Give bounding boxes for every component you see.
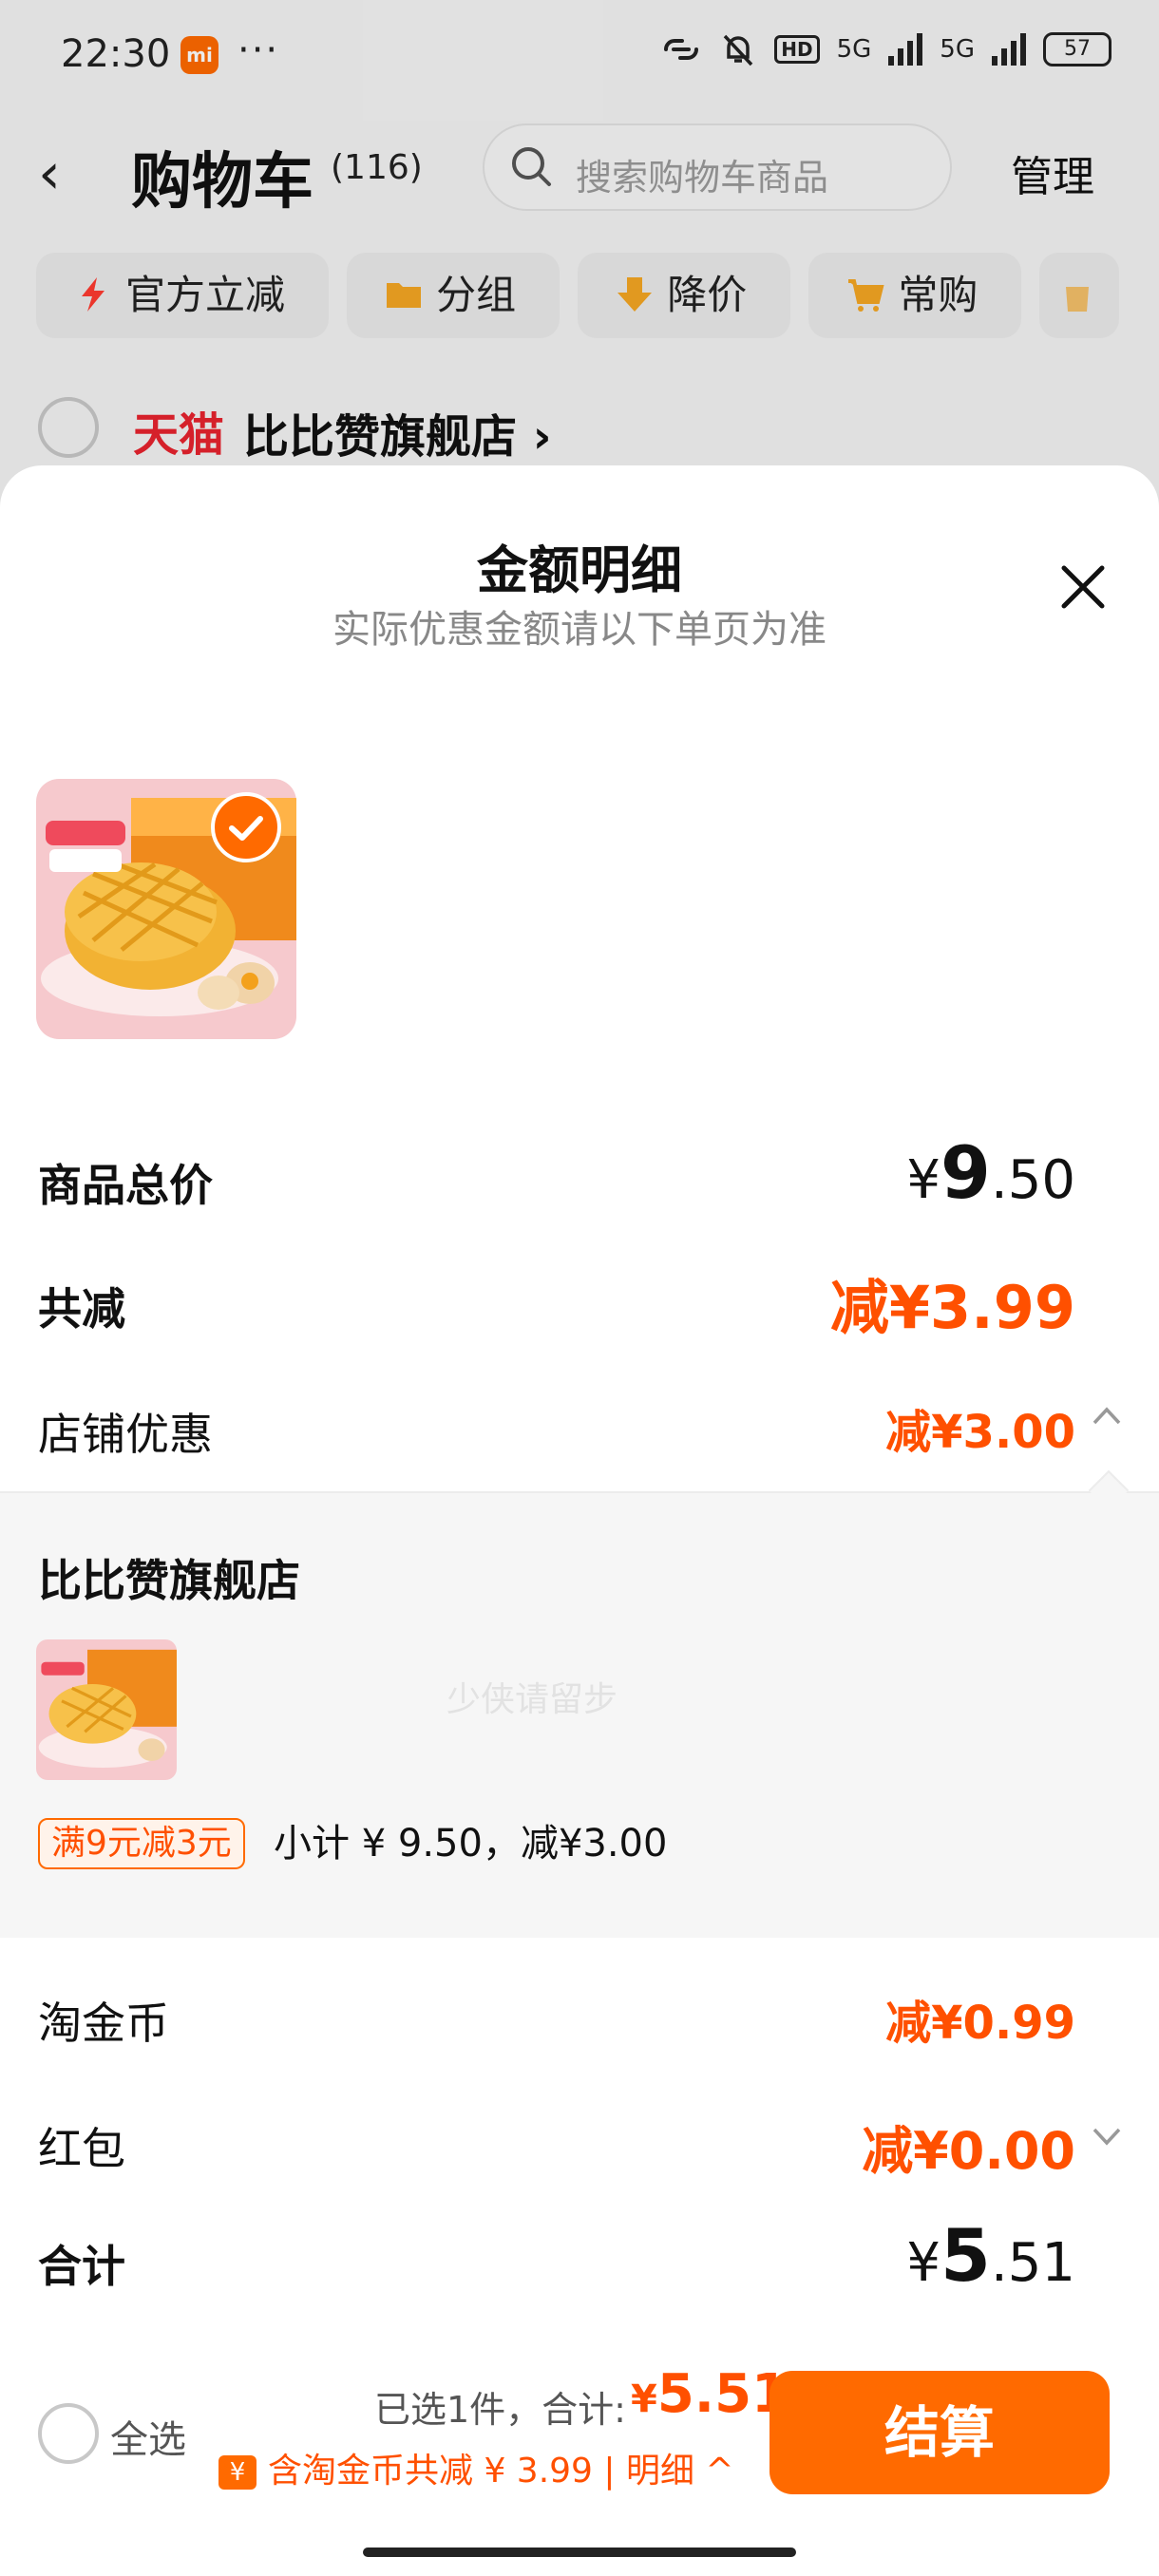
- selected-summary: 已选1件，合计:: [374, 2389, 626, 2431]
- shop-name: 比比赞旗舰店: [38, 1555, 300, 1606]
- grand-total-label: 合计: [38, 2241, 125, 2292]
- coin-discount-detail-link[interactable]: ¥ 含淘金币共减 ¥ 3.99 | 明细 ^: [218, 2443, 734, 2492]
- taojinbi-label: 淘金币: [38, 1998, 169, 2049]
- checkout-button[interactable]: 结算: [770, 2371, 1110, 2494]
- coin-icon: ¥: [218, 2455, 256, 2490]
- product-selected-check[interactable]: [211, 792, 281, 862]
- waffle-thumbnail-image: [36, 1639, 177, 1780]
- price-integer: 5: [940, 2213, 991, 2298]
- price-integer: 9: [940, 1130, 991, 1215]
- price-decimal: .51: [990, 2232, 1075, 2294]
- checkout-bar: 全选 已选1件，合计: ¥5.51 ¥ 含淘金币共减 ¥ 3.99 | 明细 ^ …: [0, 2337, 1159, 2527]
- red-packet-label: 红包: [38, 2123, 125, 2174]
- select-all-radio[interactable]: [38, 2403, 99, 2464]
- sheet-subtitle: 实际优惠金额请以下单页为准: [332, 608, 826, 652]
- amount-detail-sheet: 金额明细 实际优惠金额请以下单页为准 商品总价 ¥9.50 共减 减¥3.99: [0, 465, 1159, 2576]
- currency-symbol: ¥: [906, 1149, 941, 1211]
- currency-symbol: ¥: [906, 2232, 941, 2294]
- taojinbi-value: 减¥0.99: [885, 1997, 1075, 2050]
- select-all-label[interactable]: 全选: [110, 2409, 186, 2464]
- total-reduce-value: 减¥3.99: [829, 1273, 1075, 1342]
- grand-total-value: ¥5.51: [906, 2213, 1075, 2298]
- price-decimal: .50: [990, 1149, 1075, 1211]
- chevron-down-icon[interactable]: [1091, 2120, 1123, 2152]
- selected-total: ¥5.51: [631, 2363, 788, 2425]
- store-discount-value[interactable]: 减¥3.00: [885, 1394, 1075, 1461]
- chevron-up-icon[interactable]: [1091, 1400, 1123, 1432]
- home-indicator[interactable]: [363, 2548, 796, 2557]
- coin-discount-text: 含淘金币共减 ¥ 3.99 | 明细 ^: [268, 2452, 734, 2491]
- detail-pointer: [1088, 1469, 1130, 1511]
- sheet-title: 金额明细: [477, 540, 682, 600]
- watermark: 少侠请留步: [446, 1680, 618, 1719]
- shop-product-thumbnail: [36, 1639, 177, 1780]
- promo-tag: 满9元减3元: [38, 1818, 245, 1869]
- check-icon: [229, 816, 263, 841]
- goods-total-label: 商品总价: [38, 1160, 213, 1211]
- red-packet-value[interactable]: 减¥0.00: [862, 2109, 1075, 2184]
- close-icon[interactable]: [1053, 557, 1113, 617]
- overlay-scrim[interactable]: [0, 0, 1159, 532]
- currency-symbol: ¥: [631, 2377, 657, 2421]
- promo-subtotal-text: 小计 ¥ 9.50，减¥3.00: [274, 1822, 668, 1866]
- total-reduce-label: 共减: [38, 1283, 125, 1335]
- store-discount-label: 店铺优惠: [38, 1409, 213, 1460]
- goods-total-value: ¥9.50: [906, 1130, 1075, 1215]
